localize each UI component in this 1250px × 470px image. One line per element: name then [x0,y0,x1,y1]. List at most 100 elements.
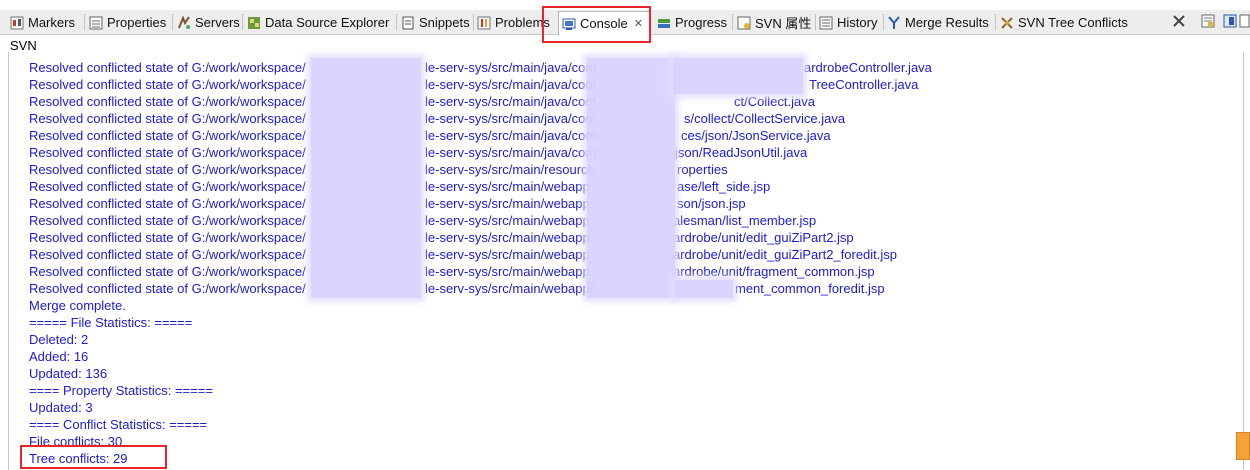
scroll-lock-icon[interactable] [1199,12,1217,30]
console-line: ===== File Statistics: ===== [29,315,193,330]
progress-icon [657,16,671,30]
console-line-file: ces/json/JsonService.java [681,128,831,143]
console-line-path: le-serv-sys/src/main/resource [425,162,595,177]
tab-properties[interactable]: Properties [89,12,166,33]
console-line: Resolved conflicted state of G:/work/wor… [29,94,306,109]
tab-separator [242,14,243,30]
console-line-path: le-serv-sys/src/main/java/com [425,111,597,126]
console-line: ==== Property Statistics: ===== [29,383,213,398]
tab-markers[interactable]: Markers [10,12,75,33]
tree-conflicts-highlight [20,445,167,469]
tab-label: SVN Tree Conflicts [1018,15,1128,30]
redaction-blur [675,280,733,298]
svn-tree-conflicts-icon [1000,16,1014,30]
console-line-file: ct/Collect.java [734,94,815,109]
console-line-path: le-serv-sys/src/main/java/com [425,94,597,109]
tab-separator [995,14,996,30]
console-line: Resolved conflicted state of G:/work/wor… [29,196,306,211]
tab-label: Merge Results [905,15,989,30]
console-line-path: le-serv-sys/src/main/java/com [425,128,597,143]
redaction-blur [311,58,421,298]
console-line: Resolved conflicted state of G:/work/wor… [29,60,306,75]
tab-label: History [837,15,878,30]
tab-label: Servers [195,15,240,30]
redaction-blur [673,58,803,94]
redaction-blur [587,58,675,298]
console-line: Resolved conflicted state of G:/work/wor… [29,247,306,262]
tab-problems[interactable]: Problems [477,12,550,33]
console-line-file: ment_common_foredit.jsp [735,281,885,296]
console-line: Resolved conflicted state of G:/work/wor… [29,213,306,228]
console-line: ==== Conflict Statistics: ===== [29,417,208,432]
tab-label: Snippets [419,15,470,30]
toolbar-overflow-icon[interactable] [1238,12,1250,30]
tab-label: Properties [107,15,167,30]
tab-svn-properties[interactable]: SVN 属性 [737,12,811,33]
console-line-path: le-serv-sys/src/main/java/com [425,145,597,160]
clear-console-icon[interactable] [1170,12,1188,30]
tab-separator [172,14,173,30]
console-tab-highlight [542,6,651,43]
console-line-file: son/json.jsp [677,196,746,211]
properties-icon [89,16,103,30]
console-line: Resolved conflicted state of G:/work/wor… [29,111,306,126]
console-output[interactable]: Resolved conflicted state of G:/work/wor… [8,52,1244,470]
console-line-file: roperties [677,162,728,177]
console-line-path: le-serv-sys/src/main/webapp [425,247,590,262]
tab-separator [883,14,884,30]
console-line: Resolved conflicted state of G:/work/wor… [29,264,306,279]
console-line-file: ardrobe/unit/edit_guiZiPart2.jsp [673,230,854,245]
console-line: Resolved conflicted state of G:/work/wor… [29,179,306,194]
merge-results-icon [887,15,901,30]
tab-servers[interactable]: Servers [177,12,240,33]
console-line-file: ardrobeController.java [804,60,932,75]
console-line: Resolved conflicted state of G:/work/wor… [29,77,306,92]
tab-history[interactable]: History [819,12,877,33]
console-line: Merge complete. [29,298,126,313]
console-line-path: le-serv-sys/src/main/webapp [425,213,590,228]
tab-merge-results[interactable]: Merge Results [887,12,989,33]
tab-separator [84,14,85,30]
console-line-path: le-serv-sys/src/main/webapp [425,230,590,245]
pin-console-icon[interactable] [1221,12,1239,30]
tab-data-source-explorer[interactable]: Data Source Explorer [247,12,389,33]
console-line: Resolved conflicted state of G:/work/wor… [29,281,306,296]
console-line-path: le-serv-sys/src/main/webapp/ [425,281,594,296]
console-line-file: ase/left_side.jsp [677,179,771,194]
console-line: Updated: 3 [29,400,93,415]
console-line: Added: 16 [29,349,89,364]
console-line-path: le-serv-sys/src/main/webapp [425,196,590,211]
console-line: Deleted: 2 [29,332,89,347]
servers-icon [177,14,191,30]
console-line-file: alesman/list_member.jsp [673,213,817,228]
tab-label: SVN 属性 [755,16,812,31]
notification-icon[interactable] [1236,432,1250,460]
console-line-path: le-serv-sys/src/main/webapp [425,179,590,194]
tab-separator [396,14,397,30]
tab-separator [473,14,474,30]
tab-label: Markers [28,15,75,30]
tab-label: Progress [675,15,728,30]
console-line-path: le-serv-sys/src/main/java/com [425,77,597,92]
console-line: Updated: 136 [29,366,108,381]
tab-separator [732,14,733,30]
console-line: Resolved conflicted state of G:/work/wor… [29,145,306,160]
console-line-file: ardrobe/unit/edit_guiZiPart2_foredit.jsp [673,247,898,262]
tab-label: Data Source Explorer [265,15,390,30]
console-line-path: le-serv-sys/src/main/java/com [425,60,597,75]
markers-icon [10,16,24,30]
console-line: Resolved conflicted state of G:/work/wor… [29,162,306,177]
console-line-file: s/collect/CollectService.java [684,111,846,126]
tab-svn-tree-conflicts[interactable]: SVN Tree Conflicts [1000,12,1128,33]
console-line-path: le-serv-sys/src/main/webapp [425,264,590,279]
problems-icon [477,16,491,30]
tab-separator [815,14,816,30]
console-line: Resolved conflicted state of G:/work/wor… [29,230,306,245]
console-line-file: ardrobe/unit/fragment_common.jsp [673,264,875,279]
svn-properties-icon [737,16,751,30]
console-name: SVN [10,38,37,53]
console-line: Resolved conflicted state of G:/work/wor… [29,128,306,143]
data-source-icon [247,16,261,30]
tab-progress[interactable]: Progress [657,12,727,33]
tab-snippets[interactable]: Snippets [401,12,470,33]
